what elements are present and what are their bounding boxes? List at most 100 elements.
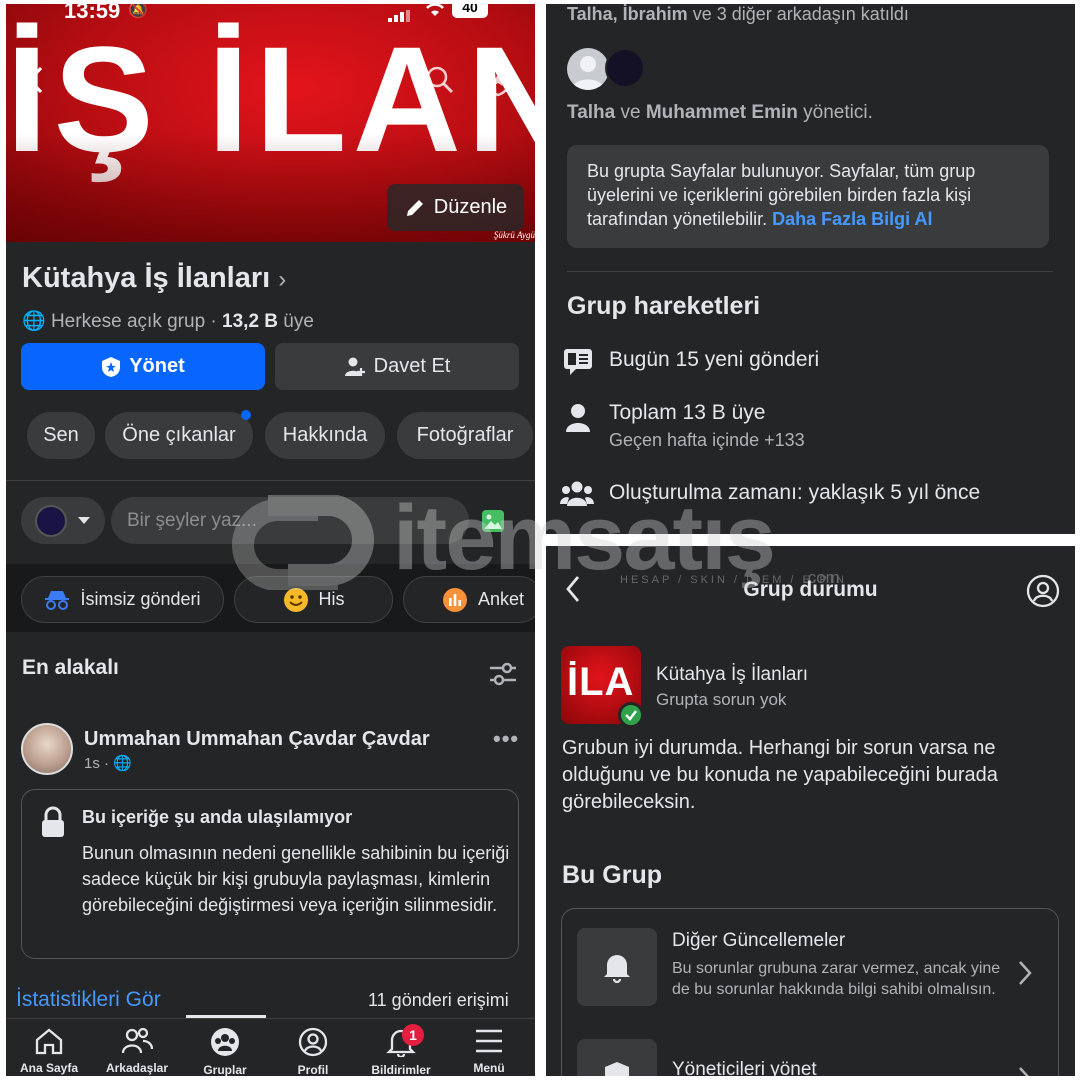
shield-star-icon [484,63,512,97]
group-privacy-line: 🌐 Herkese açık grup · 13,2 B üye [22,311,314,332]
group-status-panel: Grup durumu İLA Kütahya İş İlanları Grup… [546,546,1075,1076]
caret-down-icon [78,516,90,524]
globe-icon: 🌐 [22,311,46,332]
activity-section-title: Grup hareketleri [567,292,761,320]
tab-friends[interactable]: Arkadaşlar [99,1019,175,1076]
notification-badge: 1 [402,1024,424,1046]
pages-notice-text: Bu grupta Sayfalar bulunuyor. Sayfalar, … [587,161,976,229]
divider [6,480,535,481]
menu-icon [476,1029,502,1053]
total-members: Toplam 13 B üye [609,401,766,424]
status-time: 13:59 [64,4,121,23]
person-icon [564,402,592,439]
more-options-icon[interactable]: ••• [493,726,519,752]
page-title: Grup durumu [743,578,878,601]
manage-button[interactable]: Yönet [21,343,265,390]
member-count: 13,2 B [222,311,279,332]
active-tab-indicator [186,1015,266,1018]
poll-icon [443,587,467,612]
groups-icon [211,1028,239,1056]
view-insights-link[interactable]: İstatistikleri Gör [16,988,161,1012]
manage-admins-title[interactable]: Yöneticileri yönet [672,1059,817,1076]
battery-indicator: 40 [452,4,488,18]
profile-icon[interactable] [1026,574,1060,613]
chip-you[interactable]: Sen [27,412,95,459]
pages-notice-box: Bu grupta Sayfalar bulunuyor. Sayfalar, … [567,145,1049,248]
invite-button[interactable]: Davet Et [275,343,519,390]
poll-button[interactable]: Anket [403,576,535,623]
signal-icon [388,4,412,22]
profile-icon [298,1027,328,1057]
tab-home[interactable]: Ana Sayfa [11,1019,87,1076]
feeling-button[interactable]: His [234,576,393,623]
friends-icon [121,1027,153,1054]
group-about-panel: Talha, İbrahim ve 3 diğer arkadaşın katı… [546,4,1075,534]
tab-groups[interactable]: Gruplar [187,1019,263,1076]
bottom-tab-bar: Ana Sayfa Arkadaşlar Gruplar Profil Bild… [6,1015,535,1076]
mute-icon: 🔕 [128,4,148,19]
back-arrow-icon [27,66,43,94]
shield-star-icon [102,356,121,377]
admin-shield-button[interactable] [478,60,518,100]
joined-friends-text: Talha, İbrahim ve 3 diğer arkadaşın katı… [567,4,909,24]
photo-icon[interactable] [481,509,505,538]
lock-icon [40,806,66,843]
other-updates-body: Bu sorunlar grubuna zarar vermez, ancak … [672,960,1001,998]
tab-notifications[interactable]: Bildirimler [363,1019,439,1076]
chevron-right-icon[interactable] [1017,959,1033,992]
new-dot-badge [241,410,251,420]
learn-more-link[interactable]: Daha Fazla Bilgi Al [772,209,932,229]
status-items-card: Diğer Güncellemeler Bu sorunlar grubuna … [561,908,1059,1076]
other-updates-title[interactable]: Diğer Güncellemeler [672,930,845,952]
status-group-name: Kütahya İş İlanları [656,664,809,685]
posts-today: Bugün 15 yeni gönderi [609,348,820,371]
post-reach: 11 gönderi erişimi [368,990,509,1010]
chip-photos[interactable]: Fotoğraflar [397,412,533,459]
globe-icon: 🌐 [113,755,132,772]
admin-avatar[interactable] [567,48,609,90]
chevron-right-icon: › [278,266,287,293]
group-status-text: Grupta sorun yok [656,690,787,709]
group-page-panel: İŞ İLANI 13:59 🔕 40 Düzenle Şükrü Aygü [6,4,535,1076]
edit-label: Düzenle [433,196,508,218]
chip-featured[interactable]: Öne çıkanlar [105,412,253,459]
status-summary: Grubun iyi durumda. Herhangi bir sorun v… [562,737,998,813]
chip-about[interactable]: Hakkında [265,412,385,459]
incognito-icon [45,590,70,610]
pencil-icon [406,199,423,216]
locked-body: Bunun olmasının nedeni genellikle sahibi… [82,843,510,915]
smiley-icon [283,587,308,612]
post-author-name[interactable]: Ummahan Ummahan Çavdar Çavdar [84,728,430,751]
chevron-right-icon[interactable] [1017,1065,1033,1076]
check-badge-icon [618,702,644,728]
composer-input[interactable]: Bir şeyler yaz... [111,497,469,544]
posts-icon [562,347,594,382]
group-icon [560,480,594,513]
post-author-avatar[interactable] [21,723,73,775]
search-button[interactable] [420,60,460,100]
anonymous-post-button[interactable]: İsimsiz gönderi [21,576,224,623]
edit-cover-button[interactable]: Düzenle [387,184,524,231]
divider [567,271,1053,272]
admins-text: Talha ve Muhammet Emin yönetici. [567,102,873,123]
post-meta: 1s · 🌐 [84,755,132,772]
search-icon [426,66,454,94]
admin-avatar[interactable] [605,48,645,88]
tab-menu[interactable]: Menü [451,1019,527,1076]
tab-profile[interactable]: Profil [275,1019,351,1076]
cover-photo: İŞ İLANI 13:59 🔕 40 Düzenle Şükrü Aygü [6,4,535,242]
avatar [35,504,67,537]
group-title[interactable]: Kütahya İş İlanları › [22,262,286,295]
bell-icon [577,928,657,1006]
feed-sort-title: En alakalı [22,656,119,679]
home-icon [35,1028,63,1055]
locked-content-card: Bu içeriğe şu anda ulaşılamıyor Bunun ol… [21,789,519,959]
created-time: Oluşturulma zamanı: yaklaşık 5 yıl önce [609,481,981,504]
profile-switcher[interactable] [21,497,105,544]
section-title: Bu Grup [562,861,662,889]
add-person-icon [344,357,365,376]
shield-icon [577,1039,657,1076]
filter-icon[interactable] [489,662,517,691]
logo-text: İLA [567,660,635,704]
back-button[interactable] [16,60,56,100]
